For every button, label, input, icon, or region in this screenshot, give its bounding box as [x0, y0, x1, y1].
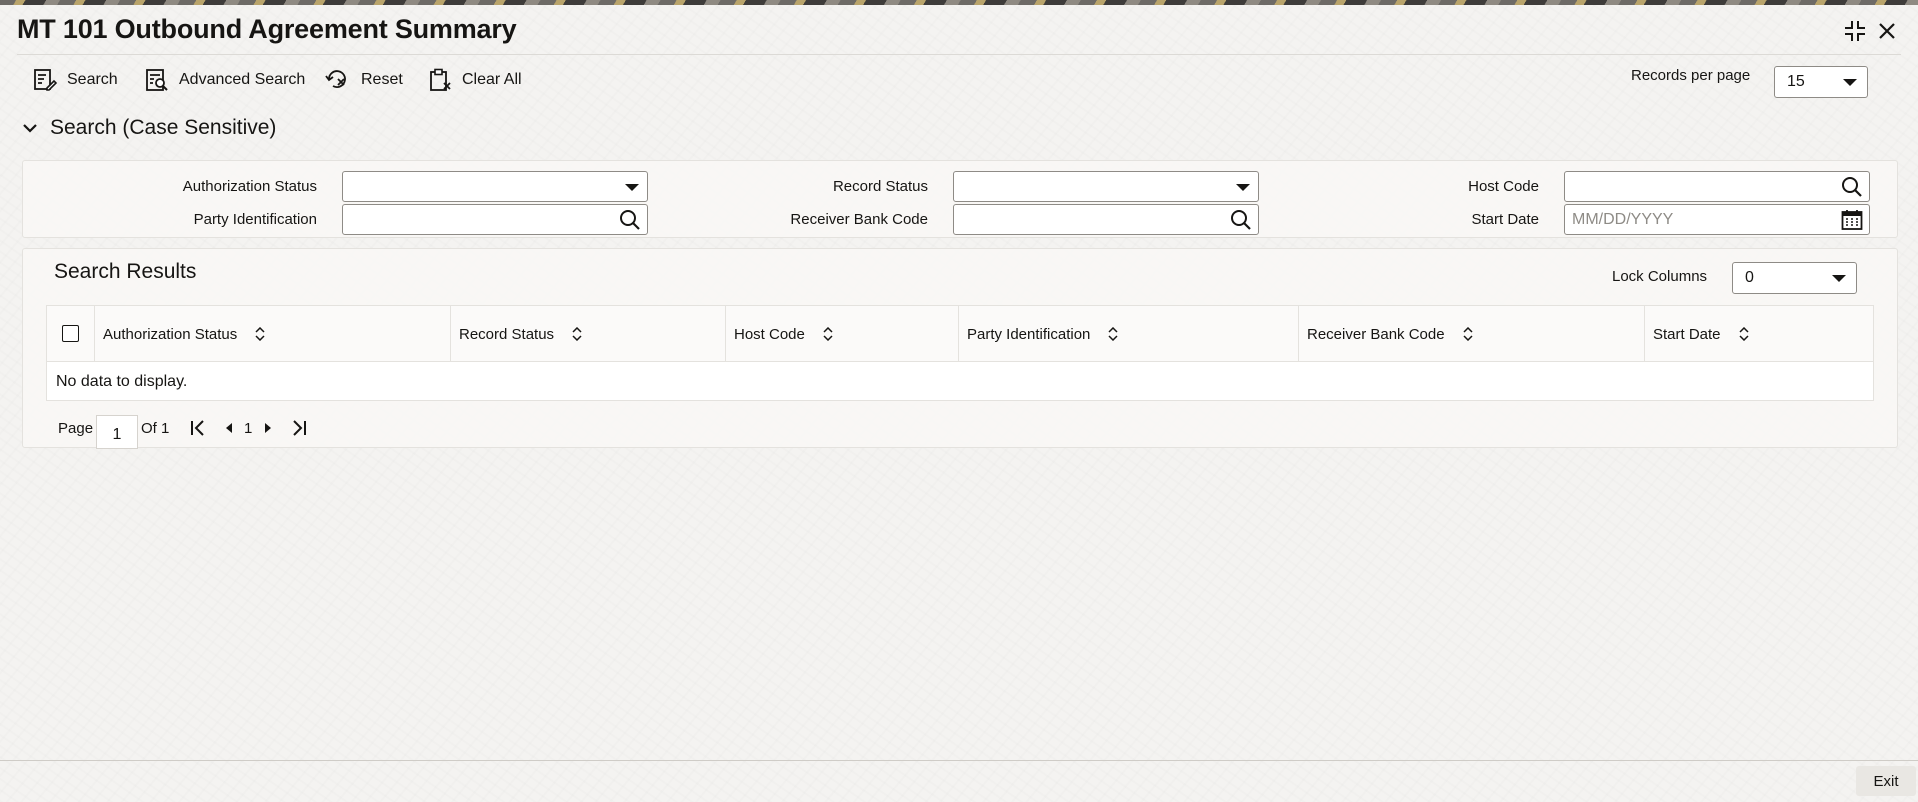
column-header-label: Record Status — [459, 325, 555, 343]
first-page-icon[interactable] — [189, 419, 207, 437]
chevron-down-icon — [625, 184, 639, 191]
reset-button-label: Reset — [361, 71, 403, 88]
party-identification-label: Party Identification — [193, 211, 317, 228]
close-window-button[interactable] — [1874, 18, 1900, 44]
chevron-down-icon — [1843, 79, 1857, 86]
search-icon[interactable] — [1230, 209, 1252, 231]
records-per-page-label: Records per page — [1631, 67, 1751, 84]
search-form-icon — [34, 69, 57, 91]
search-results-title: Search Results — [54, 260, 197, 283]
authorization-status-select[interactable] — [342, 171, 648, 202]
search-section-title: Search (Case Sensitive) — [50, 116, 277, 139]
reset-button[interactable]: Reset — [325, 66, 403, 94]
sort-icon — [572, 327, 582, 341]
column-header-start-date[interactable]: Start Date — [1644, 306, 1873, 362]
start-date-placeholder: MM/DD/YYYY — [1572, 210, 1674, 228]
column-header-host-code[interactable]: Host Code — [725, 306, 958, 362]
previous-page-icon[interactable] — [222, 419, 236, 437]
column-header-label: Host Code — [734, 325, 805, 343]
advanced-search-button[interactable]: Advanced Search — [145, 66, 305, 94]
page-title: MT 101 Outbound Agreement Summary — [17, 14, 517, 44]
collapse-icon — [1845, 21, 1865, 41]
chevron-down-icon — [1832, 275, 1846, 282]
minimize-window-button[interactable] — [1842, 18, 1868, 44]
column-header-receiver-bank-code[interactable]: Receiver Bank Code — [1298, 306, 1644, 362]
column-header-label: Receiver Bank Code — [1307, 325, 1445, 343]
calendar-icon[interactable] — [1841, 209, 1863, 231]
search-button-label: Search — [67, 71, 118, 88]
clipboard-clear-icon — [430, 68, 451, 91]
clear-all-button-label: Clear All — [462, 71, 522, 88]
sort-icon — [823, 327, 833, 341]
search-icon[interactable] — [1841, 176, 1863, 198]
host-code-label: Host Code — [1468, 178, 1539, 195]
title-divider — [17, 54, 1901, 55]
search-section-toggle[interactable]: Search (Case Sensitive) — [22, 116, 276, 140]
receiver-bank-code-label: Receiver Bank Code — [790, 211, 928, 228]
page-label: Page — [58, 420, 94, 437]
chevron-down-icon — [1236, 184, 1250, 191]
authorization-status-label: Authorization Status — [182, 178, 317, 195]
search-icon[interactable] — [619, 209, 641, 231]
column-header-authorization-status[interactable]: Authorization Status — [94, 306, 450, 362]
reset-icon — [325, 70, 346, 88]
sort-icon — [255, 327, 265, 341]
header-decor-strip — [0, 0, 1918, 5]
advanced-search-icon — [146, 69, 168, 91]
page-number-value: 1 — [112, 426, 122, 443]
host-code-input[interactable] — [1564, 171, 1870, 202]
lock-columns-select[interactable]: 0 — [1732, 262, 1857, 294]
clear-all-button[interactable]: Clear All — [428, 66, 522, 94]
last-page-icon[interactable] — [290, 419, 308, 437]
exit-button-label: Exit — [1873, 772, 1899, 790]
exit-button[interactable]: Exit — [1856, 766, 1916, 796]
party-identification-input[interactable] — [342, 204, 648, 235]
select-all-checkbox[interactable] — [62, 325, 79, 342]
column-header-record-status[interactable]: Record Status — [450, 306, 725, 362]
column-header-party-identification[interactable]: Party Identification — [958, 306, 1298, 362]
column-header-label: Start Date — [1653, 325, 1721, 343]
next-page-icon[interactable] — [261, 419, 275, 437]
empty-table-message: No data to display. — [56, 373, 188, 390]
current-page-indicator: 1 — [244, 420, 253, 437]
column-header-label: Authorization Status — [103, 325, 238, 343]
lock-columns-label: Lock Columns — [1612, 268, 1708, 285]
records-per-page-value: 15 — [1787, 73, 1805, 90]
advanced-search-button-label: Advanced Search — [179, 71, 306, 88]
search-button[interactable]: Search — [33, 66, 118, 94]
close-icon — [1879, 23, 1895, 39]
chevron-down-icon — [23, 124, 37, 133]
page-count-label: Of 1 — [141, 420, 170, 437]
sort-icon — [1463, 327, 1473, 341]
lock-columns-value: 0 — [1745, 269, 1754, 286]
receiver-bank-code-input[interactable] — [953, 204, 1259, 235]
record-status-select[interactable] — [953, 171, 1259, 202]
table-header: Authorization Status Record Status Host … — [47, 306, 1873, 362]
sort-icon — [1108, 327, 1118, 341]
record-status-label: Record Status — [832, 178, 928, 195]
results-table: Authorization Status Record Status Host … — [46, 305, 1874, 401]
sort-icon — [1739, 327, 1749, 341]
footer-divider — [0, 760, 1918, 761]
start-date-input[interactable]: MM/DD/YYYY — [1564, 204, 1870, 235]
records-per-page-select[interactable]: 15 — [1774, 66, 1868, 98]
column-header-label: Party Identification — [967, 325, 1091, 343]
page-number-input[interactable]: 1 — [96, 415, 138, 449]
start-date-label: Start Date — [1471, 211, 1539, 228]
